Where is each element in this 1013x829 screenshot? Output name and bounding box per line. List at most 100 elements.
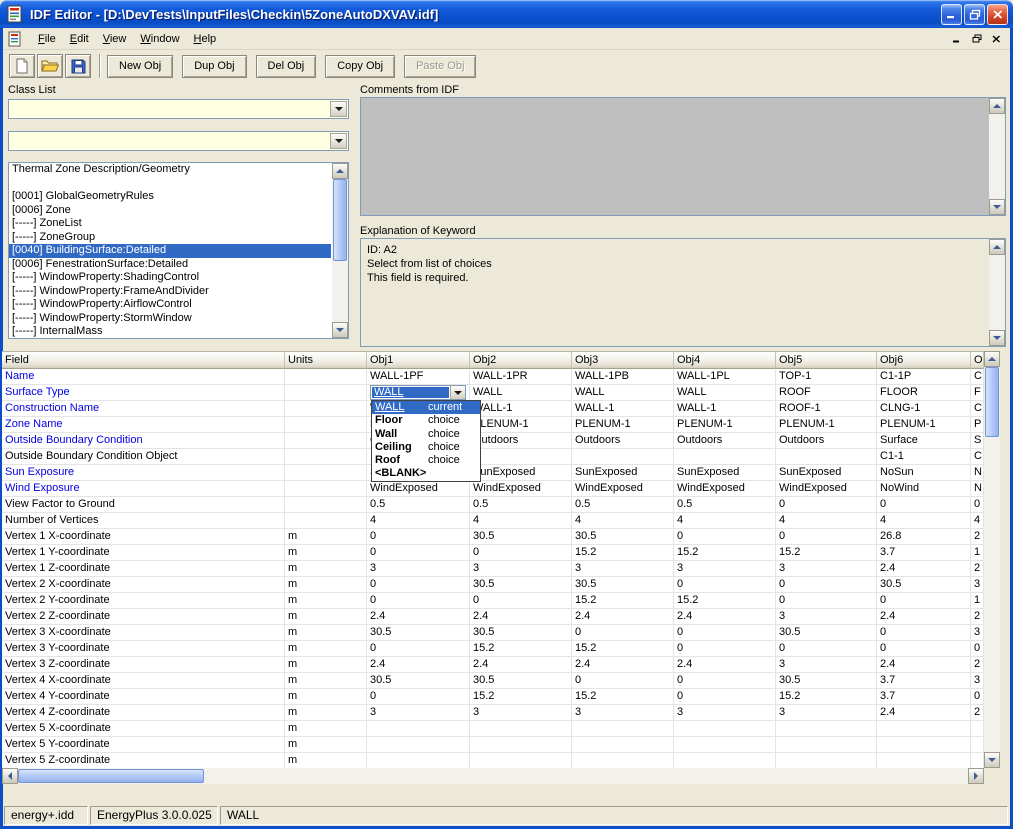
grid-cell[interactable]: 0	[674, 529, 776, 545]
grid-cell[interactable]	[776, 721, 877, 737]
grid-cell[interactable]: 2.4	[674, 609, 776, 625]
grid-cell[interactable]: 2.4	[572, 609, 674, 625]
grid-cell[interactable]: 4	[776, 513, 877, 529]
grid-cell[interactable]: 0.5	[367, 497, 470, 513]
scroll-right-button[interactable]	[968, 768, 984, 784]
new-obj-button[interactable]: New Obj	[107, 55, 173, 78]
grid-cell[interactable]: 0.5	[674, 497, 776, 513]
grid-cell[interactable]: 0	[776, 641, 877, 657]
class-filter-combobox-1[interactable]	[8, 99, 349, 119]
class-filter-combobox-1-dropdown-button[interactable]	[330, 101, 347, 117]
grid-cell[interactable]	[971, 737, 984, 753]
grid-cell[interactable]: 30.5	[572, 529, 674, 545]
grid-cell[interactable]: 2.4	[877, 561, 971, 577]
grid-horizontal-scrollbar[interactable]	[2, 768, 984, 784]
grid-cell[interactable]: WindExposed	[470, 481, 572, 497]
grid-cell[interactable]: 1	[971, 545, 984, 561]
mdi-minimize-button[interactable]	[947, 31, 966, 47]
scrollbar-thumb[interactable]	[18, 769, 204, 783]
class-list-item[interactable]: Thermal Zone Description/Geometry	[9, 163, 331, 177]
grid-cell[interactable]	[470, 721, 572, 737]
grid-cell[interactable]: 30.5	[470, 625, 572, 641]
grid-cell[interactable]: ROOF	[776, 385, 877, 401]
menu-item-view[interactable]: View	[96, 30, 134, 48]
grid-cell[interactable]: 4	[572, 513, 674, 529]
grid-cell[interactable]: 0	[776, 593, 877, 609]
grid-cell[interactable]: 2	[971, 609, 984, 625]
grid-cell[interactable]: 2.4	[367, 609, 470, 625]
grid-cell[interactable]: N	[971, 481, 984, 497]
del-obj-button[interactable]: Del Obj	[256, 55, 317, 78]
grid-cell[interactable]: 3	[776, 657, 877, 673]
scroll-up-button[interactable]	[989, 98, 1005, 114]
grid-cell[interactable]	[367, 753, 470, 768]
grid-cell[interactable]: WALL-1PF	[367, 369, 470, 385]
grid-cell[interactable]: 0	[470, 545, 572, 561]
grid-cell[interactable]: 4	[367, 513, 470, 529]
copy-obj-button[interactable]: Copy Obj	[325, 55, 395, 78]
grid-column-header[interactable]: Obj1	[367, 352, 470, 369]
restore-button[interactable]	[964, 4, 985, 25]
grid-cell[interactable]: 3.7	[877, 673, 971, 689]
grid-cell[interactable]	[674, 753, 776, 768]
grid-cell[interactable]: 30.5	[367, 673, 470, 689]
grid-cell[interactable]: WindExposed	[367, 481, 470, 497]
grid-cell[interactable]: WindExposed	[572, 481, 674, 497]
dropdown-item[interactable]: <BLANK>	[372, 467, 480, 480]
grid-cell[interactable]: 0	[776, 529, 877, 545]
grid-cell[interactable]: NoWind	[877, 481, 971, 497]
new-file-button[interactable]	[9, 54, 35, 78]
grid-cell[interactable]	[674, 737, 776, 753]
grid-cell[interactable]: 15.2	[572, 689, 674, 705]
grid-cell[interactable]: 0	[367, 593, 470, 609]
grid-cell[interactable]: 0	[674, 577, 776, 593]
grid-cell[interactable]: 3	[470, 561, 572, 577]
grid-cell[interactable]: F	[971, 385, 984, 401]
grid-cell[interactable]: 0	[674, 689, 776, 705]
grid-column-header[interactable]: Obj2	[470, 352, 572, 369]
grid-cell[interactable]: 1	[971, 593, 984, 609]
grid-cell[interactable]: 30.5	[877, 577, 971, 593]
grid-cell[interactable]: 3	[971, 577, 984, 593]
class-list-item[interactable]: [-----] WindowProperty:StormWindow	[9, 312, 331, 326]
grid-cell[interactable]	[572, 753, 674, 768]
grid-cell[interactable]: 2	[971, 529, 984, 545]
grid-cell[interactable]	[674, 449, 776, 465]
grid-column-header[interactable]: Obj3	[572, 352, 674, 369]
scroll-down-button[interactable]	[332, 322, 348, 338]
grid-cell[interactable]: 0	[367, 689, 470, 705]
grid-column-header[interactable]: Obj6	[877, 352, 971, 369]
class-list-item[interactable]	[9, 177, 331, 191]
grid-cell[interactable]: 2	[971, 705, 984, 721]
grid-cell[interactable]: 3	[971, 625, 984, 641]
class-list-item[interactable]: [-----] WindowProperty:FrameAndDivider	[9, 285, 331, 299]
grid-cell[interactable]: P	[971, 417, 984, 433]
scroll-down-button[interactable]	[984, 752, 1000, 768]
grid-cell[interactable]: NoSun	[877, 465, 971, 481]
grid-cell[interactable]: 2	[971, 561, 984, 577]
class-list-item[interactable]: [-----] ZoneGroup	[9, 231, 331, 245]
grid-column-header[interactable]: Field	[2, 352, 285, 369]
mdi-close-button[interactable]	[987, 31, 1006, 47]
grid-cell[interactable]: ROOF-1	[776, 401, 877, 417]
grid-cell[interactable]: C	[971, 369, 984, 385]
grid-cell[interactable]: 15.2	[674, 545, 776, 561]
grid-cell[interactable]: PLENUM-1	[776, 417, 877, 433]
scrollbar-thumb[interactable]	[985, 367, 999, 437]
scroll-down-button[interactable]	[989, 199, 1005, 215]
grid-cell[interactable]	[367, 737, 470, 753]
grid-cell[interactable]: 4	[971, 513, 984, 529]
grid-cell[interactable]: 4	[674, 513, 776, 529]
grid-cell[interactable]: 0	[367, 577, 470, 593]
grid-cell[interactable]: 0	[877, 625, 971, 641]
scroll-up-button[interactable]	[332, 163, 348, 179]
grid-cell[interactable]: 3	[572, 561, 674, 577]
dropdown-item[interactable]: Roofchoice	[372, 454, 480, 467]
grid-column-header[interactable]: Units	[285, 352, 367, 369]
grid-cell[interactable]: FLOOR	[877, 385, 971, 401]
grid-cell[interactable]: 15.2	[776, 689, 877, 705]
grid-cell[interactable]: PLENUM-1	[674, 417, 776, 433]
grid-cell[interactable]: 3	[776, 705, 877, 721]
grid-cell[interactable]: 3	[776, 561, 877, 577]
grid-cell[interactable]: 0	[367, 545, 470, 561]
